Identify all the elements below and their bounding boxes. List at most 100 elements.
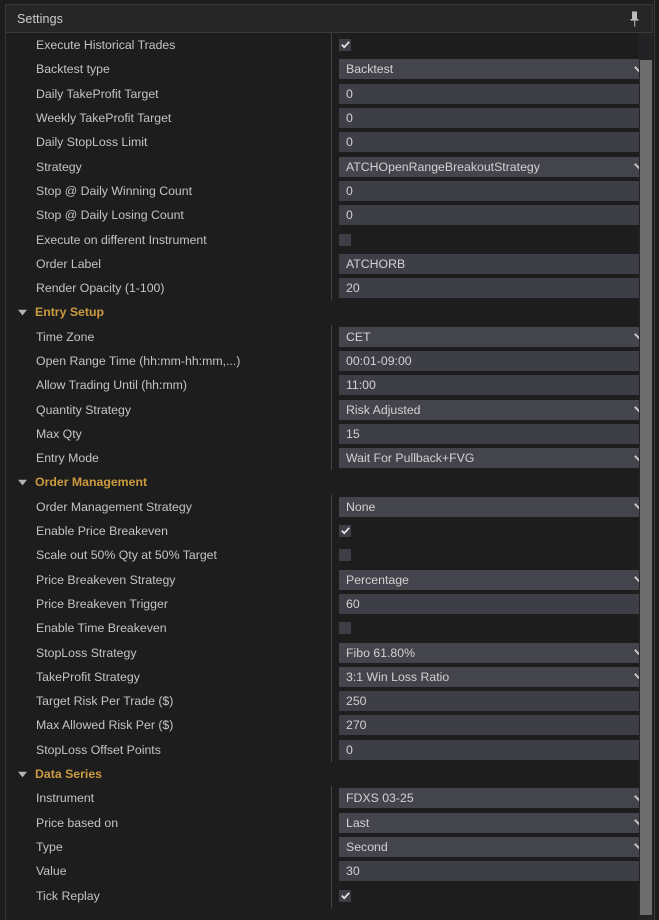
input-stop-daily-winning-count[interactable]: 0 <box>339 180 651 201</box>
input-price-breakeven-trigger[interactable]: 60 <box>339 593 651 614</box>
dropdown-type[interactable]: Second <box>339 836 651 857</box>
dropdown-value: None <box>346 499 376 514</box>
input-value: 0 <box>346 183 353 198</box>
row-value <box>331 33 652 57</box>
vertical-scrollbar-track[interactable] <box>639 33 653 920</box>
settings-row: Strategy ATCHOpenRangeBreakoutStrategy <box>6 154 652 179</box>
settings-row: Order Management Strategy None <box>6 494 652 519</box>
settings-row: Value 30 <box>6 859 652 884</box>
row-value: ATCHORB <box>331 252 652 276</box>
settings-row: Render Opacity (1-100) 20 <box>6 275 652 301</box>
row-label-backtest-type: Backtest type <box>6 62 331 76</box>
dropdown-quantity-strategy[interactable]: Risk Adjusted <box>339 399 651 420</box>
row-value: Second <box>331 835 652 859</box>
input-order-label[interactable]: ATCHORB <box>339 253 651 274</box>
row-label-max-qty: Max Qty <box>6 427 331 441</box>
row-label-price-breakeven-trigger: Price Breakeven Trigger <box>6 597 331 611</box>
chevron-down-icon[interactable] <box>17 307 28 318</box>
section-title: Order Management <box>35 475 148 490</box>
settings-row: StopLoss Strategy Fibo 61.80% <box>6 640 652 665</box>
settings-row: Daily StopLoss Limit 0 <box>6 130 652 155</box>
dropdown-value: Last <box>346 815 370 830</box>
input-daily-stoploss-limit[interactable]: 0 <box>339 132 651 153</box>
checkbox-enable-time-breakeven[interactable] <box>339 622 351 635</box>
checkbox-tick-replay[interactable] <box>339 889 351 902</box>
dropdown-stoploss-strategy[interactable]: Fibo 61.80% <box>339 642 651 663</box>
dropdown-takeprofit-strategy[interactable]: 3:1 Win Loss Ratio <box>339 666 651 687</box>
dropdown-order-management-strategy[interactable]: None <box>339 496 651 517</box>
settings-row: Backtest type Backtest <box>6 57 652 82</box>
pin-icon[interactable] <box>625 8 643 30</box>
row-value: None <box>331 495 652 519</box>
row-label-strategy: Strategy <box>6 160 331 174</box>
adjacent-panel-strip <box>654 0 659 920</box>
input-stoploss-offset-points[interactable]: 0 <box>339 739 651 760</box>
input-render-opacity-1-100[interactable]: 20 <box>339 278 651 299</box>
checkbox-enable-price-breakeven[interactable] <box>339 525 351 538</box>
checkbox-execute-historical-trades[interactable] <box>339 39 351 52</box>
input-open-range-time-hh-mm-hh-mm[interactable]: 00:01-09:00 <box>339 351 651 371</box>
checkbox-execute-on-different-instrument[interactable] <box>339 233 351 246</box>
input-stop-daily-losing-count[interactable]: 0 <box>339 205 651 226</box>
row-label-order-management-strategy: Order Management Strategy <box>6 500 331 514</box>
dropdown-value: Second <box>346 839 388 854</box>
input-value: 0 <box>346 208 353 223</box>
row-label-price-breakeven-strategy: Price Breakeven Strategy <box>6 573 331 587</box>
input-value: 20 <box>346 281 360 296</box>
section-header-data-series[interactable]: Data Series <box>6 761 652 787</box>
chevron-down-icon[interactable] <box>17 477 28 488</box>
section-header-entry-setup[interactable]: Entry Setup <box>6 300 652 325</box>
settings-row: Instrument FDXS 03-25 <box>6 786 652 811</box>
window-title: Settings <box>17 11 63 26</box>
row-value: 3:1 Win Loss Ratio <box>331 665 652 689</box>
row-label-quantity-strategy: Quantity Strategy <box>6 403 331 417</box>
dropdown-price-breakeven-strategy[interactable]: Percentage <box>339 569 651 590</box>
row-value: 250 <box>331 689 652 713</box>
input-target-risk-per-trade[interactable]: 250 <box>339 691 651 712</box>
input-max-allowed-risk-per[interactable]: 270 <box>339 715 651 736</box>
input-value: 270 <box>346 718 367 733</box>
row-value: 0 <box>331 130 652 154</box>
input-daily-takeprofit-target[interactable]: 0 <box>339 83 651 104</box>
input-max-qty[interactable]: 15 <box>339 423 651 444</box>
row-label-price-based-on: Price based on <box>6 816 331 830</box>
section-header-order-management[interactable]: Order Management <box>6 470 652 495</box>
settings-row: Type Second <box>6 834 652 860</box>
row-label-tick-replay: Tick Replay <box>6 889 331 903</box>
input-value: 15 <box>346 426 360 441</box>
dropdown-instrument[interactable]: FDXS 03-25 <box>339 788 651 809</box>
settings-row: Max Allowed Risk Per ($) 270 <box>6 713 652 738</box>
dropdown-entry-mode[interactable]: Wait For Pullback+FVG <box>339 448 651 469</box>
input-allow-trading-until-hh-mm[interactable]: 11:00 <box>339 375 651 396</box>
row-label-stop-daily-losing-count: Stop @ Daily Losing Count <box>6 208 331 222</box>
row-value: 60 <box>331 592 652 616</box>
chevron-down-icon[interactable] <box>17 769 28 780</box>
dropdown-price-based-on[interactable]: Last <box>339 812 651 833</box>
row-label-instrument: Instrument <box>6 791 331 805</box>
settings-row: TakeProfit Strategy 3:1 Win Loss Ratio <box>6 664 652 690</box>
settings-row: Allow Trading Until (hh:mm) 11:00 <box>6 373 652 398</box>
settings-row: Order Label ATCHORB <box>6 251 652 276</box>
input-weekly-takeprofit-target[interactable]: 0 <box>339 108 651 129</box>
settings-row: Stop @ Daily Losing Count 0 <box>6 203 652 228</box>
row-label-enable-time-breakeven: Enable Time Breakeven <box>6 621 331 635</box>
checkbox-scale-out-50-qty-at-50-target[interactable] <box>339 549 351 562</box>
settings-row: Enable Time Breakeven <box>6 616 652 641</box>
input-value: ATCHORB <box>346 256 406 271</box>
row-value: 0 <box>331 106 652 130</box>
settings-row: Stop @ Daily Winning Count 0 <box>6 178 652 204</box>
dropdown-backtest-type[interactable]: Backtest <box>339 59 651 80</box>
row-label-takeprofit-strategy: TakeProfit Strategy <box>6 670 331 684</box>
row-value <box>331 616 652 640</box>
vertical-scrollbar-thumb[interactable] <box>640 60 652 915</box>
settings-rows-container: Execute Historical Trades Backtest type Ba… <box>6 33 652 908</box>
input-value: 0 <box>346 135 353 150</box>
input-value: 250 <box>346 694 367 709</box>
row-value: 20 <box>331 276 652 300</box>
row-value: Risk Adjusted <box>331 397 652 421</box>
dropdown-time-zone[interactable]: CET <box>339 326 651 347</box>
row-label-entry-mode: Entry Mode <box>6 451 331 465</box>
row-value: 0 <box>331 179 652 203</box>
dropdown-strategy[interactable]: ATCHOpenRangeBreakoutStrategy <box>339 156 651 177</box>
input-value[interactable]: 30 <box>339 861 651 882</box>
